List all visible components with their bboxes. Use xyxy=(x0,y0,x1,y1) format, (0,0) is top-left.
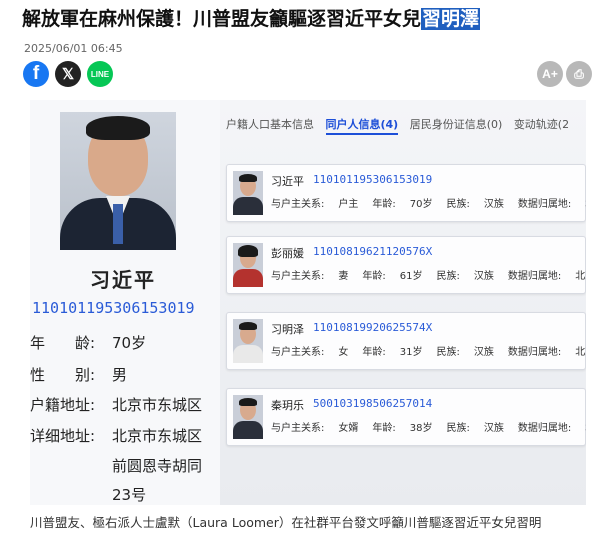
member-name: 彭丽媛 xyxy=(271,247,304,260)
record-tabs: 户籍人口基本信息 同户人信息(4) 居民身份证信息(0) 变动轨迹(2 xyxy=(226,116,586,138)
member-id: 110101195306153019 xyxy=(313,173,433,186)
member-id: 500103198506257014 xyxy=(313,397,433,410)
member-photo xyxy=(233,171,263,215)
headline-highlighted-text: 習明澤 xyxy=(421,8,481,30)
member-id: 11010819621120576X xyxy=(313,245,433,258)
facebook-share-icon[interactable]: f xyxy=(23,61,49,87)
person-panel: 习近平 110101195306153019 年 龄: 70岁 性 别: 男 户籍地… xyxy=(30,100,220,505)
member-details: 与户主关系:女婿年龄:38岁民族:汉族数据归属地:北京 xyxy=(271,423,586,434)
x-share-icon[interactable]: 𝕏 xyxy=(55,61,81,87)
member-photo xyxy=(233,395,263,439)
member-card[interactable]: 彭丽媛 11010819621120576X 与户主关系: 妻年龄: 61岁 民族: 汉… xyxy=(226,236,586,294)
member-card[interactable]: 习明泽 11010819920625574X 与户主关系: 女年龄: 31岁 民族: 汉… xyxy=(226,312,586,370)
person-row-detail-address: 详细地址: 北京市东城区 xyxy=(30,427,203,445)
member-card[interactable]: 习近平 110101195306153019 与户主关系: 户主 年龄: 70岁 民族:… xyxy=(226,164,586,222)
tab-household-members[interactable]: 同户人信息(4) xyxy=(325,118,399,135)
font-size-icon[interactable]: A+ xyxy=(537,61,563,87)
member-name: 习明泽 xyxy=(271,323,304,336)
member-card[interactable]: 秦玥乐 500103198506257014 与户主关系: 女婿 年龄: 38岁 民族:… xyxy=(226,388,586,446)
article-photo: 习近平 110101195306153019 年 龄: 70岁 性 别: 男 户籍地… xyxy=(30,100,586,505)
person-row-gender: 性 别: 男 xyxy=(30,366,128,384)
member-details: 与户主关系:女年龄:31岁民族:汉族数据归属地:北京 xyxy=(271,347,586,358)
member-details: 与户主关系:户主年龄:70岁民族:汉族数据归属地:北京 xyxy=(271,199,586,210)
member-photo xyxy=(233,243,263,287)
member-name: 秦玥乐 xyxy=(271,399,304,412)
photo-caption: 川普盟友、極右派人士盧默（Laura Loomer）在社群平台發文呼籲川普驅逐習… xyxy=(30,515,542,530)
print-icon[interactable]: ⎙ xyxy=(566,61,592,87)
member-name: 习近平 xyxy=(271,175,304,188)
member-id: 11010819920625574X xyxy=(313,321,433,334)
person-row-address-line3: 23号 xyxy=(112,486,147,504)
person-row-address-line2: 前圆恩寺胡同 xyxy=(112,457,203,475)
person-id-number: 110101195306153019 xyxy=(32,299,195,317)
article-headline: 解放軍在麻州保護！川普盟友籲驅逐習近平女兒習明澤 xyxy=(22,6,582,32)
member-details: 与户主关系:妻年龄:61岁民族:汉族数据归属地:北京 xyxy=(271,271,586,282)
line-share-icon[interactable]: LINE xyxy=(87,61,113,87)
member-photo xyxy=(233,319,263,363)
publish-date: 2025/06/01 06:45 xyxy=(24,42,123,55)
headline-main-text: 解放軍在麻州保護！川普盟友籲驅逐習近平女兒 xyxy=(22,8,422,30)
person-row-age: 年 龄: 70岁 xyxy=(30,334,147,352)
person-name: 习近平 xyxy=(90,268,156,292)
person-row-household-address: 户籍地址: 北京市东城区 xyxy=(30,396,203,414)
portrait-photo xyxy=(60,112,176,250)
tab-id-card[interactable]: 居民身份证信息(0) xyxy=(410,118,503,131)
tab-household-basic[interactable]: 户籍人口基本信息 xyxy=(226,118,314,131)
tab-change-history[interactable]: 变动轨迹(2 xyxy=(514,118,569,131)
